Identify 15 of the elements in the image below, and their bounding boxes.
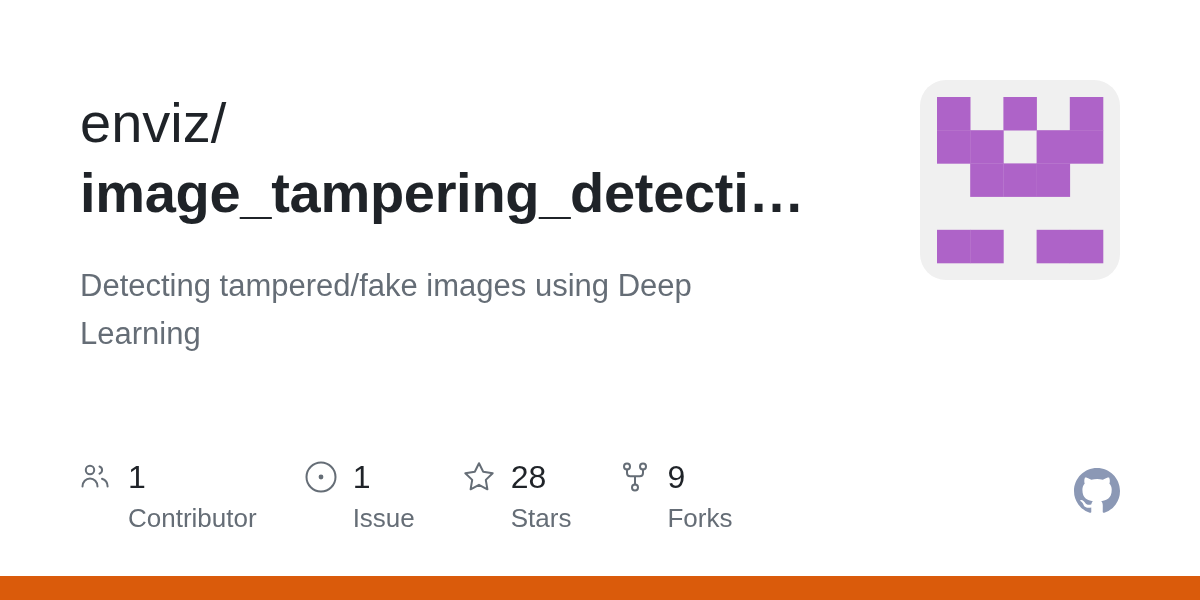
repo-description: Detecting tampered/fake images using Deep Learning xyxy=(80,267,693,353)
stat-count: 1 xyxy=(352,458,372,497)
stat-count: 9 xyxy=(667,458,687,497)
circle-dot-icon xyxy=(304,461,337,493)
repo-name: image_tampering_detecti… xyxy=(80,160,806,226)
repo-owner: enviz/ xyxy=(80,90,228,156)
stat-label: Forks xyxy=(667,502,733,535)
stat-label: Issue xyxy=(352,502,415,535)
stat-count: 1 xyxy=(128,458,147,497)
identicon-icon xyxy=(920,80,1120,280)
stat-label: Stars xyxy=(510,502,572,535)
star-icon xyxy=(462,461,495,493)
stat-count: 28 xyxy=(510,458,548,497)
stat-label: Contributor xyxy=(128,502,257,535)
github-mark-icon xyxy=(1074,468,1120,514)
